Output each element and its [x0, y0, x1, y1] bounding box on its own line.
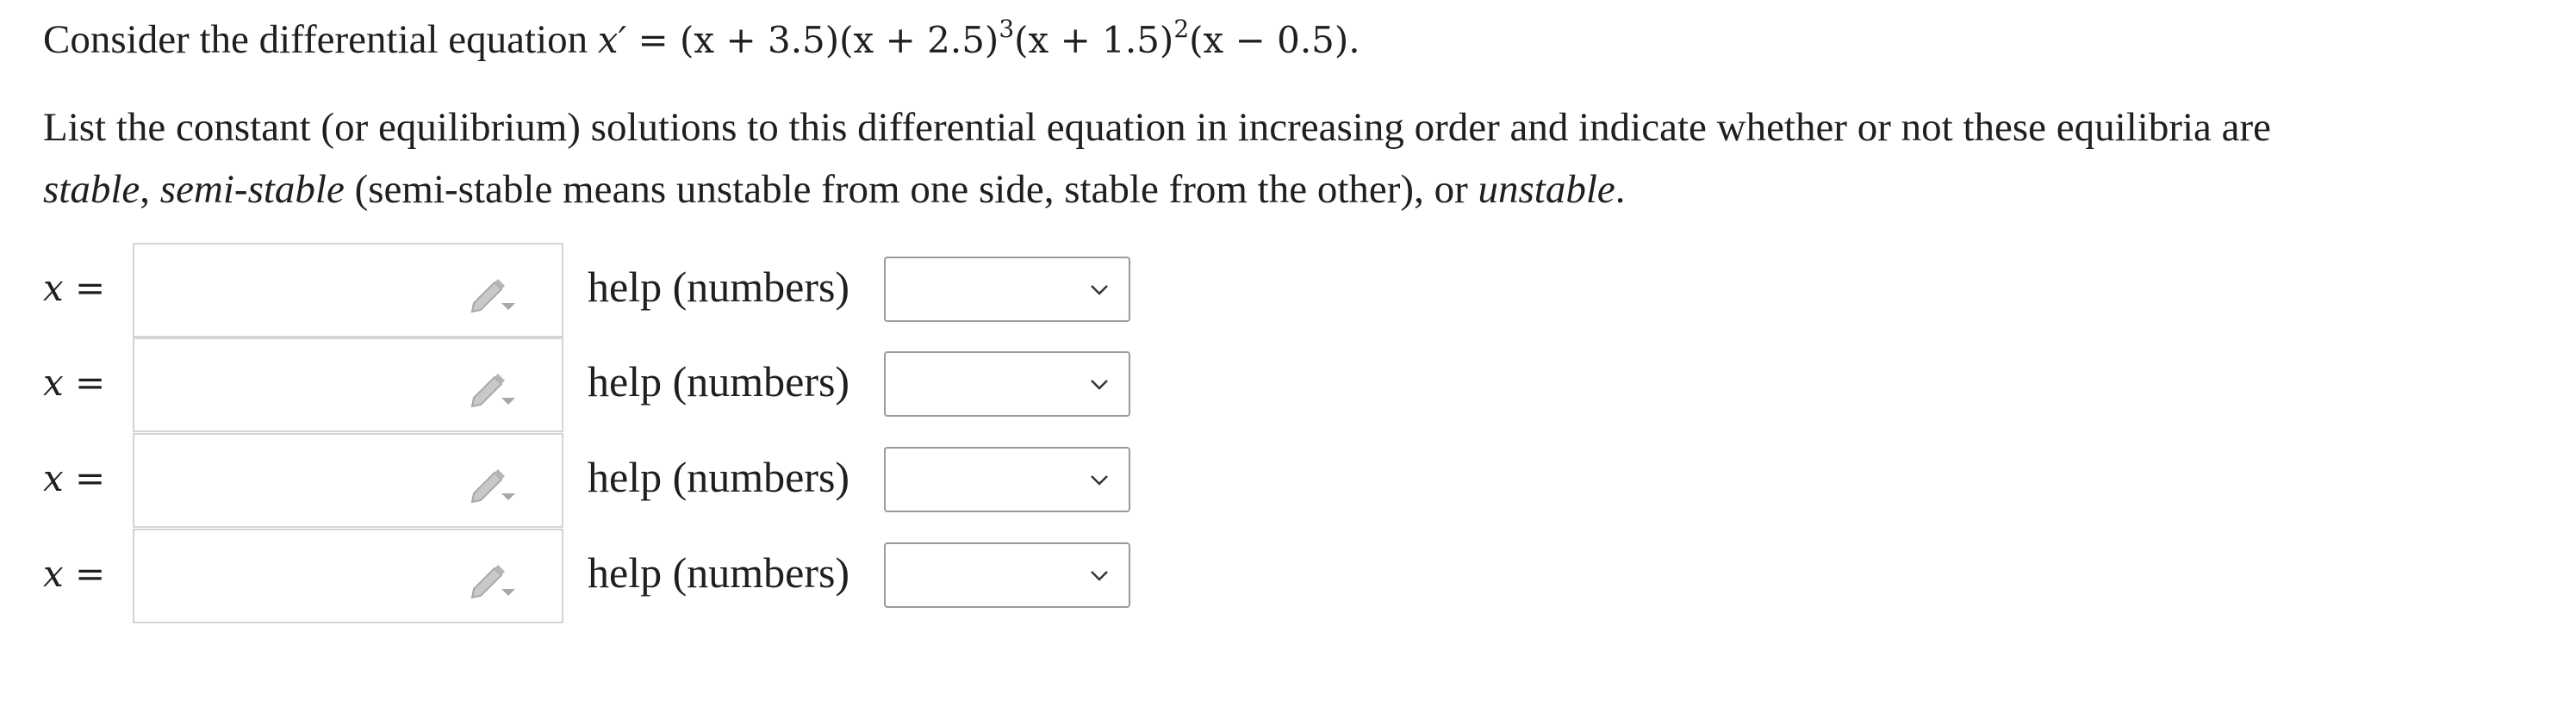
equation-factor-2: (x + 2.5) [839, 19, 999, 61]
help-numbers-link[interactable]: help (numbers) [588, 356, 849, 406]
differential-equation: x′ = (x + 3.5)(x + 2.5)3(x + 1.5)2(x − 0… [597, 17, 1360, 62]
answer-row: x = help (numbers) [0, 529, 1206, 625]
instruction-line-2: stable, semi-stable (semi-stable means u… [43, 162, 1626, 217]
stability-select[interactable] [884, 257, 1130, 322]
problem-statement: Consider the differential equation x′ = … [43, 12, 1360, 68]
equation-exponent-3: 2 [1173, 15, 1190, 43]
help-numbers-link[interactable]: help (numbers) [588, 548, 849, 598]
answer-input[interactable] [140, 536, 488, 618]
answer-box [133, 338, 563, 432]
chevron-down-icon [1091, 571, 1108, 581]
equation-factor-3: (x + 1.5) [1014, 19, 1174, 61]
pencil-dropdown-icon[interactable] [469, 560, 517, 599]
answer-label-equals: = [63, 553, 106, 595]
help-numbers-link[interactable]: help (numbers) [588, 452, 849, 502]
answer-label-variable: x [43, 553, 64, 595]
answer-input[interactable] [140, 250, 488, 332]
stable-term: stable [43, 167, 140, 212]
answer-box [133, 243, 563, 338]
unstable-term: unstable [1478, 167, 1615, 212]
equation-factor-4: (x − 0.5) [1189, 19, 1349, 61]
stability-select[interactable] [884, 447, 1130, 512]
instruction-text-b: (semi-stable means unstable from one sid… [344, 167, 1478, 212]
chevron-down-icon [1091, 475, 1108, 486]
instruction-text-a: List the constant (or equilibrium) solut… [43, 105, 2272, 150]
chevron-down-icon [1091, 285, 1108, 295]
stability-select[interactable] [884, 542, 1130, 608]
answer-box [133, 433, 563, 528]
answer-label-equals: = [63, 267, 106, 309]
answer-label-variable: x [43, 362, 64, 404]
answer-label: x = [43, 553, 105, 595]
answer-label-equals: = [63, 362, 106, 404]
answer-row: x = help (numbers) [0, 338, 1206, 434]
answer-input[interactable] [140, 440, 488, 523]
answer-label: x = [43, 267, 105, 309]
semi-stable-term: semi-stable [159, 167, 345, 212]
instruction-comma: , [140, 167, 160, 212]
answer-label-variable: x [43, 457, 64, 499]
intro-text: Consider the differential equation [43, 17, 588, 62]
equation-period: . [1348, 19, 1360, 61]
answer-row: x = help (numbers) [0, 433, 1206, 530]
answer-label-variable: x [43, 267, 64, 309]
pencil-dropdown-icon[interactable] [469, 274, 517, 313]
answer-label: x = [43, 457, 105, 499]
equation-factor-1: (x + 3.5) [680, 19, 840, 61]
pencil-dropdown-icon[interactable] [469, 368, 517, 408]
instruction-period: . [1615, 167, 1626, 212]
answer-box [133, 529, 563, 623]
answer-row: x = help (numbers) [0, 243, 1206, 339]
equation-lhs: x′ = [597, 19, 681, 61]
answer-input[interactable] [140, 344, 488, 427]
instruction-line-1: List the constant (or equilibrium) solut… [43, 100, 2271, 155]
answer-label-equals: = [63, 457, 106, 499]
help-numbers-link[interactable]: help (numbers) [588, 262, 849, 312]
pencil-dropdown-icon[interactable] [469, 464, 517, 504]
stability-select[interactable] [884, 351, 1130, 417]
equation-exponent-2: 3 [999, 15, 1015, 43]
chevron-down-icon [1091, 380, 1108, 390]
answer-label: x = [43, 362, 105, 404]
